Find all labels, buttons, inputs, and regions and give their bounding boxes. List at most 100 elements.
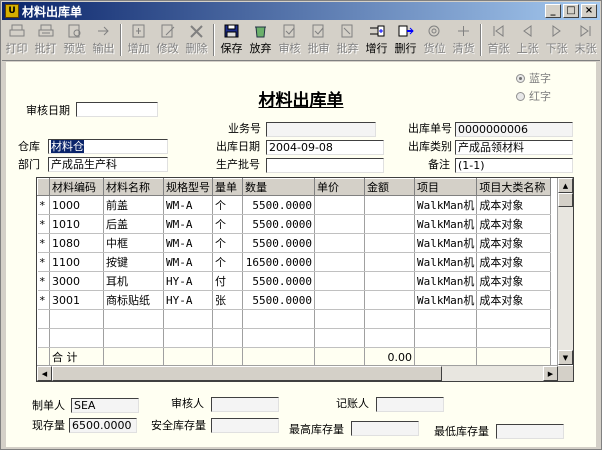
out-no-field[interactable]: 0000000006 [455, 122, 573, 137]
row-marker[interactable]: * [37, 233, 50, 253]
business-no-field[interactable] [266, 122, 376, 137]
cell-code[interactable]: 1000 [49, 195, 104, 215]
empty-cell[interactable] [476, 328, 552, 348]
cell-unit[interactable]: 付 [212, 271, 243, 291]
row-marker[interactable]: * [37, 214, 50, 234]
empty-cell[interactable] [242, 328, 315, 348]
sum-empty[interactable] [163, 347, 213, 367]
empty-cell[interactable] [103, 328, 164, 348]
toolbar-button-audit[interactable]: 审核 [275, 22, 304, 58]
toolbar-button-location[interactable]: 货位 [420, 22, 449, 58]
cell-spec[interactable]: WM-A [163, 214, 213, 234]
cell-qty[interactable]: 5500.0000 [242, 214, 315, 234]
empty-cell[interactable] [163, 328, 213, 348]
scroll-down-icon[interactable]: ▼ [558, 350, 573, 365]
cell-category[interactable]: 成本对象 [476, 271, 552, 291]
toolbar-button-export[interactable]: 输出 [89, 22, 118, 58]
cell-unit[interactable]: 个 [212, 195, 243, 215]
cell-amount[interactable] [364, 290, 415, 310]
max-stock-field[interactable] [351, 421, 419, 436]
detail-grid[interactable]: 材料编码 材料名称 规格型号 量单 数量 单价 金额 项目 项目大类名称 * 1000 前盖 WM-A 个… [36, 177, 574, 382]
grid-vertical-scrollbar[interactable]: ▲ ▼ [557, 178, 573, 365]
toolbar-button-first[interactable]: 首张 [484, 22, 513, 58]
toolbar-button-edit[interactable]: 修改 [153, 22, 182, 58]
sum-marker[interactable] [37, 347, 50, 367]
cell-unit[interactable]: 个 [212, 214, 243, 234]
remark-field[interactable]: (1-1) [455, 158, 573, 173]
table-row[interactable]: * 3000 耳机 HY-A 付 5500.0000 WalkMan机 成本对象 [37, 271, 552, 291]
empty-cell[interactable] [364, 328, 415, 348]
empty-cell[interactable] [163, 309, 213, 329]
toolbar-button-delete-row[interactable]: 删行 [391, 22, 420, 58]
table-row[interactable]: * 1100 按键 WM-A 个 16500.0000 WalkMan机 成本对象 [37, 252, 552, 272]
sum-empty[interactable] [476, 347, 552, 367]
table-row[interactable]: * 1010 后盖 WM-A 个 5500.0000 WalkMan机 成本对象 [37, 214, 552, 234]
cell-price[interactable] [314, 195, 365, 215]
cell-spec[interactable]: WM-A [163, 252, 213, 272]
empty-cell[interactable] [49, 328, 104, 348]
cell-amount[interactable] [364, 233, 415, 253]
maker-field[interactable]: SEA [71, 398, 139, 413]
empty-row[interactable] [37, 328, 552, 348]
warehouse-field[interactable]: 材料仓 [48, 139, 168, 154]
cell-qty[interactable]: 5500.0000 [242, 233, 315, 253]
empty-cell[interactable] [364, 309, 415, 329]
cell-name[interactable]: 商标贴纸 [103, 290, 164, 310]
empty-cell[interactable] [103, 309, 164, 329]
empty-cell[interactable] [414, 328, 478, 348]
sum-empty[interactable] [414, 347, 478, 367]
sum-amount[interactable]: 0.00 [364, 347, 415, 367]
close-button[interactable]: × [581, 4, 597, 18]
radio-red[interactable]: 红字 [516, 88, 551, 104]
dept-field[interactable]: 产成品生产科 [48, 157, 168, 172]
grid-horizontal-scrollbar[interactable]: ◀ ▶ [37, 365, 558, 381]
cell-category[interactable]: 成本对象 [476, 290, 552, 310]
table-row[interactable]: * 1000 前盖 WM-A 个 5500.0000 WalkMan机 成本对象 [37, 195, 552, 215]
auditor-field[interactable] [211, 397, 279, 412]
scroll-left-icon[interactable]: ◀ [37, 366, 52, 381]
cell-price[interactable] [314, 214, 365, 234]
toolbar-button-clear-goods[interactable]: 清货 [449, 22, 478, 58]
cell-spec[interactable]: WM-A [163, 233, 213, 253]
horizontal-scroll-thumb[interactable] [52, 366, 442, 381]
sum-empty[interactable] [242, 347, 315, 367]
cell-name[interactable]: 中框 [103, 233, 164, 253]
cell-code[interactable]: 1100 [49, 252, 104, 272]
empty-cell[interactable] [414, 309, 478, 329]
cell-unit[interactable]: 张 [212, 290, 243, 310]
cell-price[interactable] [314, 271, 365, 291]
empty-cell[interactable] [49, 309, 104, 329]
min-stock-field[interactable] [496, 424, 564, 439]
cell-unit[interactable]: 个 [212, 252, 243, 272]
stock-field[interactable]: 6500.0000 [69, 418, 137, 433]
cell-name[interactable]: 后盖 [103, 214, 164, 234]
sum-empty[interactable] [314, 347, 365, 367]
cell-spec[interactable]: HY-A [163, 290, 213, 310]
cell-project[interactable]: WalkMan机 [414, 271, 478, 291]
toolbar-button-batch-audit[interactable]: 批审 [304, 22, 333, 58]
radio-blue[interactable]: 蓝字 [516, 70, 551, 86]
bookkeeper-field[interactable] [376, 397, 444, 412]
cell-project[interactable]: WalkMan机 [414, 233, 478, 253]
cell-price[interactable] [314, 233, 365, 253]
empty-cell[interactable] [37, 328, 50, 348]
toolbar-button-batch-abandon[interactable]: 批弃 [333, 22, 362, 58]
scroll-up-icon[interactable]: ▲ [558, 178, 573, 193]
cell-amount[interactable] [364, 271, 415, 291]
empty-row[interactable] [37, 309, 552, 329]
toolbar-button-add[interactable]: 增加 [124, 22, 153, 58]
cell-category[interactable]: 成本对象 [476, 214, 552, 234]
cell-amount[interactable] [364, 252, 415, 272]
out-type-field[interactable]: 产成品领材料 [455, 140, 573, 155]
cell-qty[interactable]: 5500.0000 [242, 195, 315, 215]
cell-qty[interactable]: 16500.0000 [242, 252, 315, 272]
row-marker[interactable]: * [37, 195, 50, 215]
toolbar-button-next[interactable]: 下张 [542, 22, 571, 58]
toolbar-button-add-row[interactable]: 增行 [362, 22, 391, 58]
cell-code[interactable]: 3000 [49, 271, 104, 291]
empty-cell[interactable] [212, 309, 243, 329]
cell-project[interactable]: WalkMan机 [414, 214, 478, 234]
cell-price[interactable] [314, 252, 365, 272]
cell-code[interactable]: 1080 [49, 233, 104, 253]
cell-qty[interactable]: 5500.0000 [242, 290, 315, 310]
